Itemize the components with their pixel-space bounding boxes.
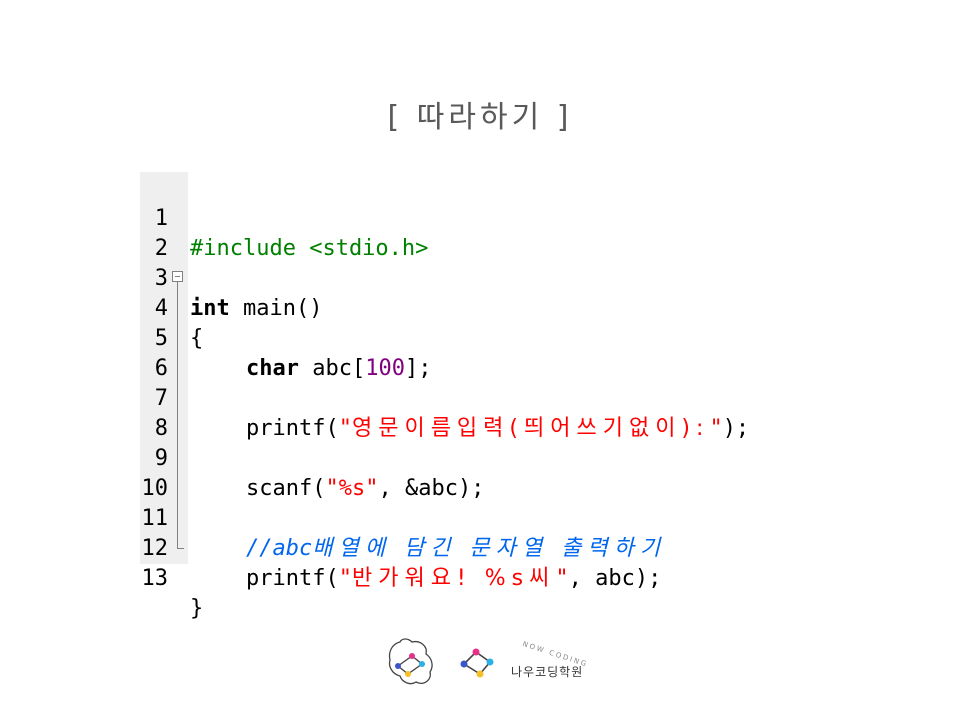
code-line-6: 6 <box>140 324 800 381</box>
code-line-1: 1 #include <stdio.h> <box>140 174 800 261</box>
slide: [ 따라하기 ] 1 #include <stdio.h> 2 3 int ma… <box>0 0 960 720</box>
slide-title: [ 따라하기 ] <box>387 100 573 135</box>
code-line-8: 8 <box>140 384 800 441</box>
code-text: , abc); <box>568 566 662 591</box>
code-line-11: 11 //abc배열에 담긴 문자열 출력하기 <box>140 474 800 561</box>
code-line-3: 3 int main() <box>140 234 800 321</box>
string-quote: " <box>555 566 569 591</box>
code-line-12: 12 printf("반가워요! %s씨", abc); <box>140 504 800 591</box>
code-line-13: 13 } <box>140 534 800 621</box>
string-literal: 반가워요! %s씨 <box>351 566 556 591</box>
code-line-9: 9 scanf("%s", &abc); <box>140 414 800 501</box>
brain-logo-icon <box>388 638 433 685</box>
nowcoding-mark-icon <box>460 648 494 678</box>
code-line-2: 2 <box>140 204 800 261</box>
code-line-5: 5 char abc[100]; <box>140 294 800 381</box>
academy-logo: NOW CODING 나우코딩학원 <box>386 636 606 692</box>
code-line-7: 7 printf("영문이름입력(띄어쓰기없이):"); <box>140 354 800 441</box>
string-quote: " <box>338 566 352 591</box>
code-listing: 1 #include <stdio.h> 2 3 int main() 4 { … <box>140 172 800 621</box>
line-number: 13 <box>141 566 169 591</box>
code-text: } <box>190 596 204 621</box>
code-line-4: 4 { <box>140 264 800 351</box>
academy-name: 나우코딩학원 <box>511 665 584 679</box>
code-line-10: 10 <box>140 444 800 501</box>
code-text: printf( <box>246 566 339 591</box>
